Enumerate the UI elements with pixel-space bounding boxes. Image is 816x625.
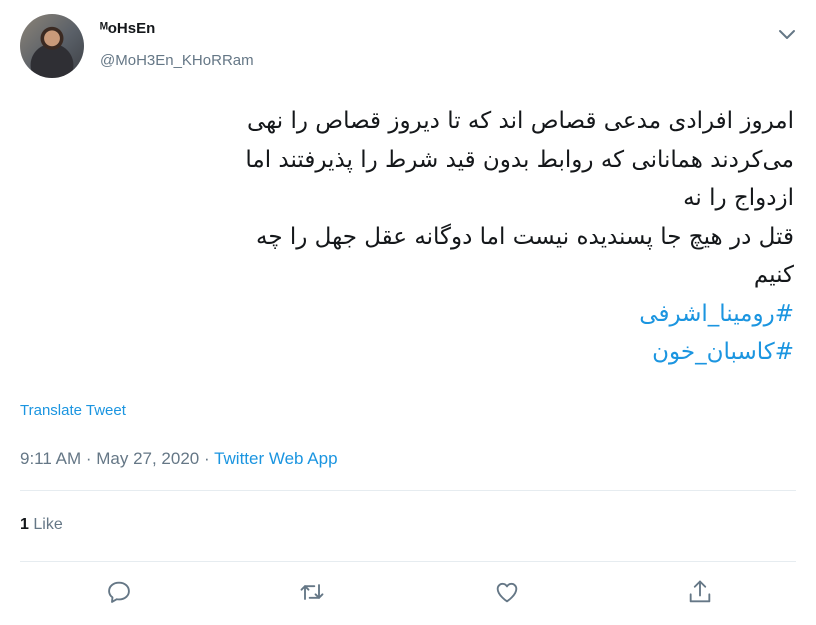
tweet-line: امروز افرادی مدعی قصاص اند که تا دیروز ق… (246, 108, 794, 134)
avatar[interactable] (20, 14, 84, 78)
divider (20, 490, 796, 491)
translate-tweet-link[interactable]: Translate Tweet (20, 402, 126, 419)
tweet-source-link[interactable]: Twitter Web App (214, 449, 337, 468)
reply-icon[interactable] (105, 578, 133, 606)
hashtag-link[interactable]: #کاسبان_خون (24, 333, 794, 372)
retweet-icon[interactable] (298, 578, 326, 606)
meta-separator: · (81, 449, 97, 468)
meta-separator: · (199, 449, 215, 468)
tweet-date[interactable]: May 27, 2020 (96, 449, 199, 468)
divider (20, 561, 796, 562)
likes-stat[interactable]: 1 Like (20, 516, 63, 534)
hashtag-link[interactable]: #رومینا_اشرفی (24, 295, 794, 334)
share-icon[interactable] (686, 578, 714, 606)
user-handle[interactable]: @MoH3En_KHoRRam (100, 52, 254, 69)
tweet-line: کنیم (753, 262, 794, 288)
like-icon[interactable] (493, 578, 521, 606)
tweet-time[interactable]: 9:11 AM (20, 449, 81, 468)
display-name[interactable]: ᴹoHsEn (100, 20, 155, 37)
chevron-down-icon[interactable] (775, 22, 799, 46)
tweet-text: امروز افرادی مدعی قصاص اند که تا دیروز ق… (24, 102, 794, 372)
likes-count: 1 (20, 516, 29, 533)
tweet-line: می‌کردند همانانی که روابط بدون قید شرط ر… (245, 146, 794, 173)
tweet-line: قتل در هیچ جا پسندیده نیست اما دوگانه عق… (256, 223, 794, 250)
tweet-meta: 9:11 AM · May 27, 2020 · Twitter Web App (20, 449, 338, 469)
likes-label: Like (33, 516, 63, 533)
tweet-line: ازدواج را نه (683, 185, 794, 211)
author-name-row[interactable]: ᴹoHsEn (100, 20, 155, 37)
